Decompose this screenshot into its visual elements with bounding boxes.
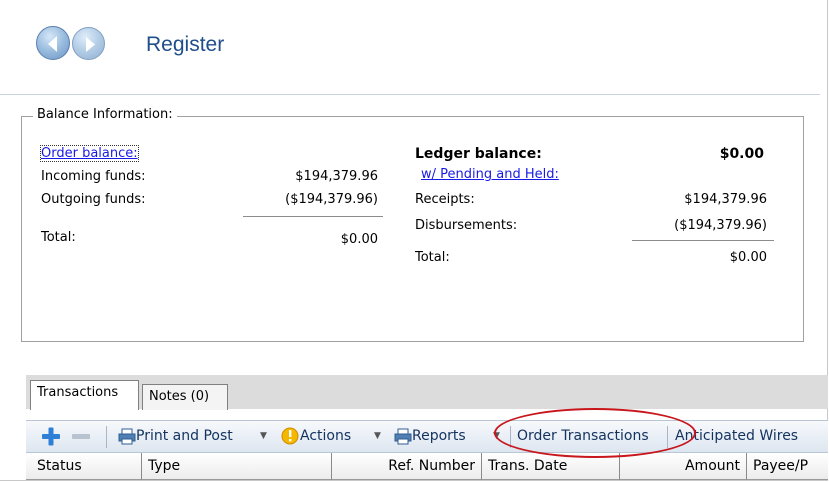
- disbursements-label: Disbursements:: [415, 218, 518, 233]
- order-total-rule: [243, 216, 383, 217]
- actions-label: Actions: [300, 428, 352, 444]
- print-and-post-label: Print and Post: [136, 428, 233, 444]
- forward-button[interactable]: [72, 27, 105, 60]
- print-and-post-dropdown[interactable]: ▼: [260, 421, 267, 452]
- arrow-right-icon: [86, 37, 95, 52]
- incoming-funds-value: $194,379.96: [295, 169, 378, 184]
- reports-button[interactable]: Reports: [394, 421, 466, 452]
- actions-dropdown[interactable]: ▼: [374, 421, 381, 452]
- reports-label: Reports: [412, 428, 466, 444]
- remove-button[interactable]: [70, 421, 92, 452]
- order-balance-link[interactable]: Order balance:: [40, 145, 139, 162]
- outgoing-funds-value: ($194,379.96): [285, 192, 378, 207]
- back-button[interactable]: [36, 26, 70, 60]
- plus-icon: [42, 427, 60, 446]
- column-header-ref-number[interactable]: Ref. Number: [332, 453, 482, 480]
- ledger-total-value: $0.00: [729, 250, 767, 265]
- receipts-label: Receipts:: [415, 192, 475, 207]
- column-header-trans-date[interactable]: Trans. Date: [482, 453, 620, 480]
- balance-group-legend: Balance Information:: [33, 107, 177, 122]
- incoming-funds-label: Incoming funds:: [41, 169, 146, 184]
- order-transactions-button[interactable]: Order Transactions: [517, 421, 649, 452]
- tab-notes[interactable]: Notes (0): [142, 384, 228, 410]
- toolbar-separator: [106, 426, 107, 448]
- column-header-amount[interactable]: Amount: [620, 453, 747, 480]
- column-header-payee[interactable]: Payee/P: [747, 453, 828, 480]
- order-total-label: Total:: [41, 230, 76, 245]
- page-title: Register: [146, 33, 225, 56]
- ledger-total-rule: [632, 240, 774, 241]
- ledger-balance-value: $0.00: [719, 146, 764, 162]
- transactions-toolbar: Print and Post ▼ Actions ▼ Reports ▼ Ord…: [26, 420, 828, 453]
- ledger-balance-label: Ledger balance:: [415, 146, 542, 162]
- pending-held-link[interactable]: w/ Pending and Held:: [421, 167, 559, 182]
- header-divider: [0, 94, 820, 95]
- anticipated-wires-button[interactable]: Anticipated Wires: [675, 421, 798, 452]
- disbursements-value: ($194,379.96): [674, 218, 767, 233]
- outgoing-funds-label: Outgoing funds:: [41, 192, 146, 207]
- add-button[interactable]: [40, 421, 62, 452]
- column-header-type[interactable]: Type: [142, 453, 332, 480]
- order-total-value: $0.00: [340, 232, 378, 247]
- column-header-status[interactable]: Status: [31, 453, 142, 480]
- reports-dropdown[interactable]: ▼: [493, 421, 500, 452]
- printer-icon: [118, 428, 136, 445]
- warning-icon: [281, 427, 299, 445]
- toolbar-separator: [510, 426, 511, 448]
- transactions-grid-header: Status Type Ref. Number Trans. Date Amou…: [26, 453, 828, 480]
- actions-button[interactable]: Actions: [280, 421, 351, 452]
- receipts-value: $194,379.96: [684, 192, 767, 207]
- printer-icon: [394, 428, 412, 445]
- print-and-post-button[interactable]: Print and Post: [118, 421, 233, 452]
- arrow-left-icon: [48, 36, 57, 52]
- toolbar-separator: [667, 426, 668, 448]
- tab-transactions[interactable]: Transactions: [30, 380, 139, 410]
- minus-icon: [72, 434, 90, 439]
- ledger-total-label: Total:: [415, 250, 450, 265]
